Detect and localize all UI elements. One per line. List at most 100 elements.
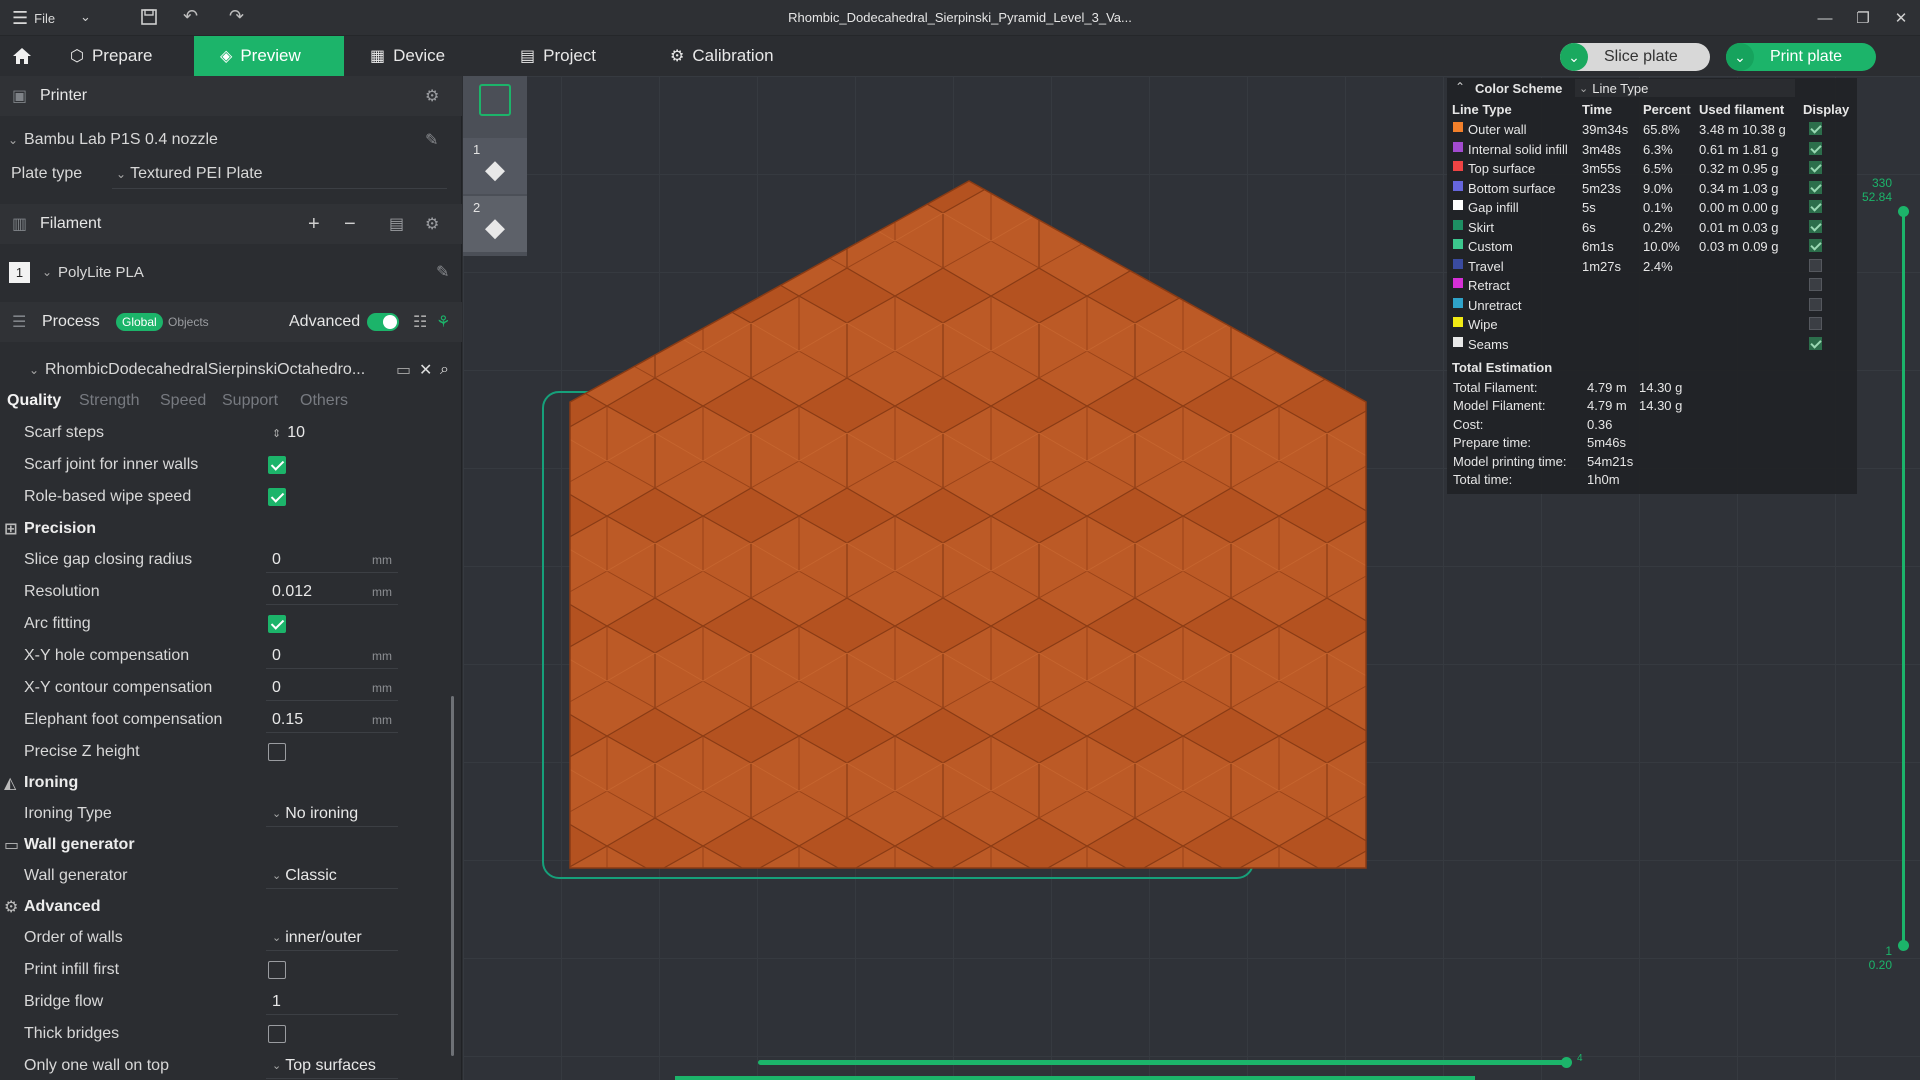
legend-line-type: Travel bbox=[1468, 258, 1504, 274]
legend-line-type: Gap infill bbox=[1468, 200, 1519, 215]
xy-contour-input[interactable]: 0 mm bbox=[266, 675, 398, 701]
legend-display-checkbox[interactable] bbox=[1809, 180, 1822, 194]
legend-display-checkbox[interactable] bbox=[1809, 239, 1822, 252]
move-slider-handle[interactable] bbox=[1561, 1057, 1572, 1068]
bridge-flow-input[interactable]: 1 bbox=[266, 989, 398, 1015]
chevron-down-icon[interactable]: ⌄ bbox=[80, 9, 91, 25]
tab-project[interactable]: ▤ Project bbox=[494, 36, 644, 76]
save-icon[interactable]: ▭ bbox=[396, 360, 411, 380]
tab-speed[interactable]: Speed bbox=[160, 392, 206, 410]
order-walls-select[interactable]: ⌄ inner/outer bbox=[266, 925, 398, 951]
gear-icon[interactable]: ⚙ bbox=[425, 214, 439, 234]
legend-display-checkbox[interactable] bbox=[1809, 278, 1822, 291]
add-icon[interactable]: + bbox=[308, 213, 320, 236]
chevron-down-icon[interactable]: ⌄ bbox=[1560, 43, 1588, 71]
printer-select[interactable]: ⌄ Bambu Lab P1S 0.4 nozzle ✎ bbox=[0, 124, 446, 156]
plate-thumb-1[interactable]: 1 ◆ bbox=[463, 138, 527, 194]
gear-icon[interactable]: ⚙ bbox=[425, 86, 439, 106]
layer-slider-track[interactable] bbox=[1902, 210, 1905, 946]
plate-type-select[interactable]: ⌄ Textured PEI Plate bbox=[112, 159, 447, 189]
remove-icon[interactable]: − bbox=[344, 213, 356, 236]
legend-display-checkbox[interactable] bbox=[1809, 336, 1822, 350]
scarf-steps-input[interactable]: ⇕ 10 bbox=[266, 420, 398, 446]
tab-device[interactable]: ▦ Device bbox=[344, 36, 494, 76]
legend-display-checkbox[interactable] bbox=[1809, 200, 1822, 213]
stepper-icon[interactable]: ⇕ bbox=[272, 427, 281, 440]
legend-display-checkbox[interactable] bbox=[1809, 141, 1822, 155]
precise-z-checkbox[interactable] bbox=[268, 743, 286, 761]
print-plate-button[interactable]: ⌄ Print plate bbox=[1726, 43, 1876, 71]
menu-button[interactable]: ☰ File bbox=[12, 8, 55, 29]
global-toggle[interactable]: Global bbox=[116, 313, 163, 331]
filament-sync-icon[interactable]: ▤ bbox=[389, 214, 404, 234]
col-display: Display bbox=[1803, 102, 1850, 117]
total-label: Total Filament: bbox=[1453, 380, 1538, 395]
object-select[interactable]: ⌄ RhombicDodecahedralSierpinskiOctahedro… bbox=[0, 354, 449, 386]
total-value-a: 4.79 m bbox=[1587, 398, 1627, 414]
ironing-type-select[interactable]: ⌄ No ironing bbox=[266, 801, 398, 827]
redo-icon[interactable]: ↷ bbox=[229, 6, 244, 27]
plate-overview-icon[interactable] bbox=[479, 84, 511, 116]
undo-icon[interactable]: ↶ bbox=[183, 6, 198, 27]
move-slider-track[interactable] bbox=[758, 1060, 1568, 1065]
legend-display-checkbox[interactable] bbox=[1809, 258, 1822, 272]
plate-type-value: Textured PEI Plate bbox=[130, 164, 263, 182]
infill-first-checkbox[interactable] bbox=[268, 961, 286, 979]
close-icon[interactable]: ✕ bbox=[1882, 0, 1920, 36]
slice-gap-input[interactable]: 0 mm bbox=[266, 547, 398, 573]
chevron-down-icon[interactable]: ⌄ bbox=[1726, 43, 1754, 71]
wall-generator-select[interactable]: ⌄ Classic bbox=[266, 863, 398, 889]
plate-thumb-2[interactable]: 2 ◆ bbox=[463, 196, 527, 252]
col-percent: Percent bbox=[1643, 102, 1691, 117]
tab-strength[interactable]: Strength bbox=[79, 392, 139, 410]
tab-others[interactable]: Others bbox=[300, 392, 348, 410]
color-scheme-select[interactable]: ⌄ Line Type bbox=[1575, 79, 1795, 97]
legend-display-checkbox[interactable] bbox=[1809, 219, 1822, 233]
elephant-foot-input[interactable]: 0.15 mm bbox=[266, 707, 398, 733]
thick-bridges-checkbox[interactable] bbox=[268, 1025, 286, 1043]
collapse-icon[interactable]: ⌃ bbox=[1455, 80, 1465, 94]
tab-prepare[interactable]: ⬡ Prepare bbox=[44, 36, 194, 76]
one-wall-top-select[interactable]: ⌄ Top surfaces bbox=[266, 1053, 398, 1079]
legend-swatch bbox=[1453, 317, 1463, 327]
legend-percent: 2.4% bbox=[1643, 258, 1673, 274]
xy-contour-row: X-Y contour compensation 0 mm bbox=[0, 674, 446, 702]
tab-calibration-label: Calibration bbox=[692, 46, 774, 65]
resolution-input[interactable]: 0.012 mm bbox=[266, 579, 398, 605]
legend-row: Unretract bbox=[1447, 296, 1857, 315]
top-layer-number: 330 bbox=[1871, 176, 1892, 190]
save-icon[interactable] bbox=[139, 7, 159, 27]
scarf-joint-inner-checkbox[interactable] bbox=[268, 456, 286, 474]
edit-icon[interactable]: ✎ bbox=[425, 130, 438, 150]
slice-plate-button[interactable]: ⌄ Slice plate bbox=[1560, 43, 1710, 71]
wall-generator-row: Wall generator ⌄ Classic bbox=[0, 862, 446, 890]
restore-icon[interactable]: ❐ bbox=[1844, 0, 1882, 36]
role-wipe-checkbox[interactable] bbox=[268, 488, 286, 506]
unit-label: mm bbox=[372, 648, 392, 663]
tab-quality[interactable]: Quality bbox=[7, 392, 61, 410]
xy-hole-input[interactable]: 0 mm bbox=[266, 643, 398, 669]
advanced-switch[interactable] bbox=[367, 313, 399, 331]
close-icon[interactable]: ✕ bbox=[419, 360, 432, 380]
legend-display-checkbox[interactable] bbox=[1809, 317, 1822, 330]
tab-support[interactable]: Support bbox=[222, 392, 278, 410]
tab-prepare-label: Prepare bbox=[91, 46, 153, 65]
tab-preview[interactable]: ◈ Preview bbox=[194, 36, 344, 76]
legend-display-checkbox[interactable] bbox=[1809, 122, 1822, 135]
legend-display-checkbox[interactable] bbox=[1809, 161, 1822, 174]
objects-toggle[interactable]: Objects bbox=[168, 315, 209, 329]
sidebar-scrollbar[interactable] bbox=[451, 696, 454, 1056]
arc-fitting-checkbox[interactable] bbox=[268, 615, 286, 633]
tab-calibration[interactable]: ⚙ Calibration bbox=[644, 36, 814, 76]
filament-row[interactable]: 1 ⌄ PolyLite PLA ✎ bbox=[0, 256, 449, 288]
layer-slider-top-handle[interactable] bbox=[1898, 206, 1909, 217]
layer-slider-bottom-handle[interactable] bbox=[1898, 940, 1909, 951]
total-label: Model Filament: bbox=[1453, 398, 1546, 414]
home-icon[interactable] bbox=[0, 36, 44, 76]
list-icon[interactable]: ☷ bbox=[413, 312, 427, 332]
search-icon[interactable]: ⌕ bbox=[440, 361, 449, 379]
legend-display-checkbox[interactable] bbox=[1809, 297, 1822, 311]
edit-icon[interactable]: ✎ bbox=[436, 262, 449, 282]
compare-icon[interactable]: ⚘ bbox=[436, 312, 450, 332]
minimize-icon[interactable]: — bbox=[1806, 0, 1844, 36]
